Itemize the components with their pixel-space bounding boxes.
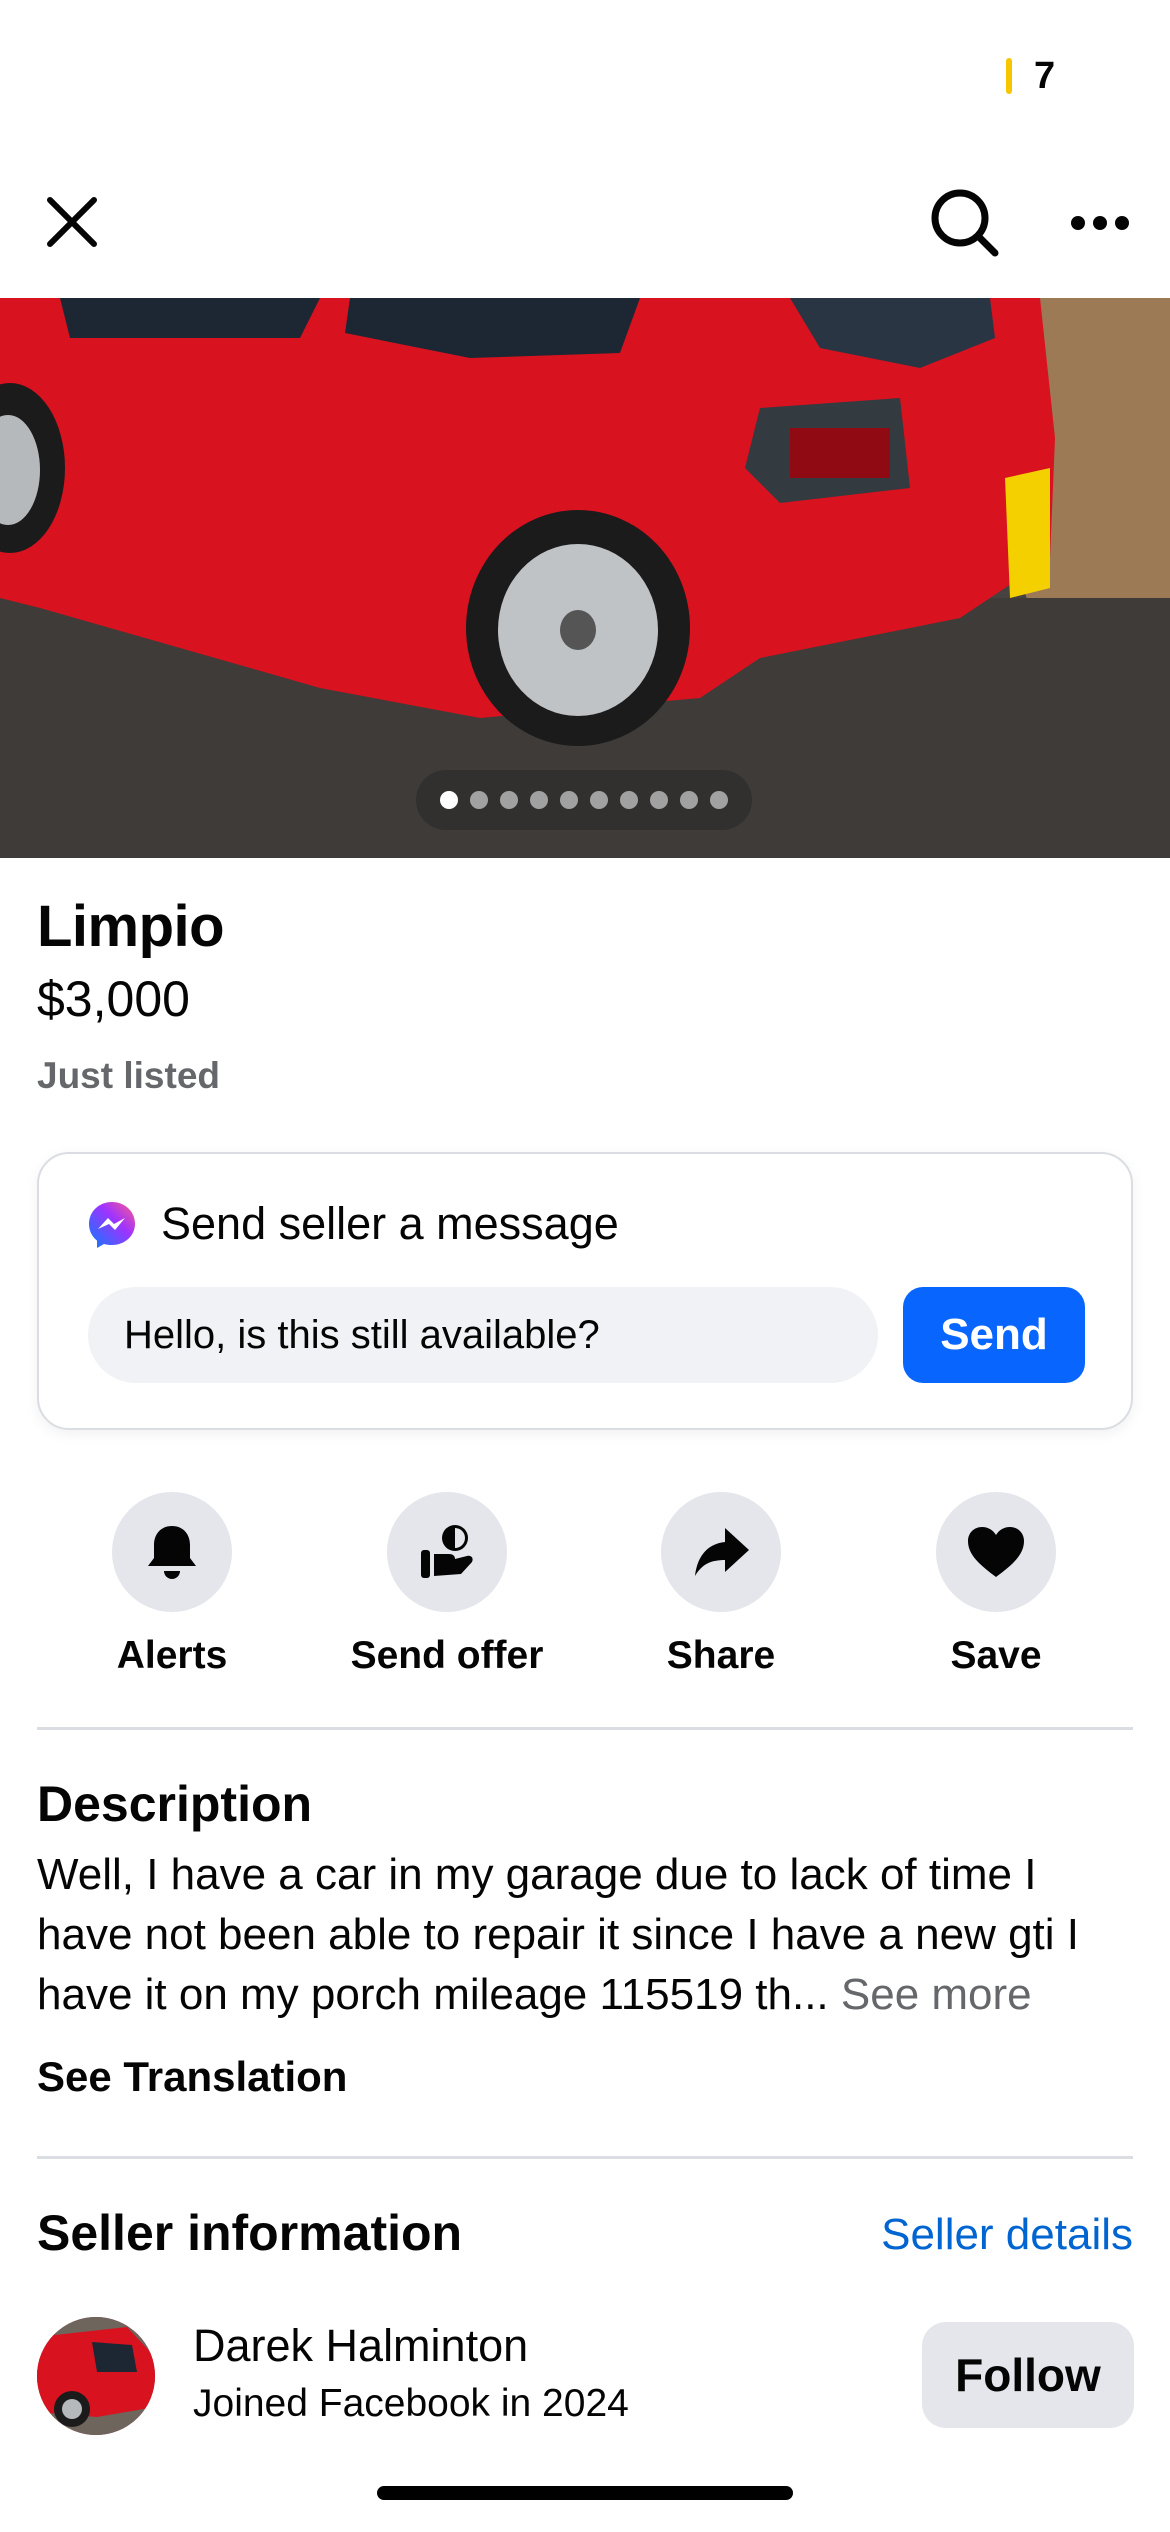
message-input[interactable] [88, 1287, 878, 1383]
status-indicator [1006, 58, 1012, 94]
status-count: 7 [1034, 55, 1056, 97]
send-offer-button[interactable]: Send offer [327, 1492, 567, 1682]
pager-dot [620, 791, 638, 809]
message-card: Send seller a message Send [37, 1152, 1133, 1430]
bell-icon [112, 1492, 232, 1612]
description-line: Well, I have a car in my garage due to l… [37, 1850, 1037, 1899]
save-label: Save [950, 1634, 1042, 1677]
share-button[interactable]: Share [601, 1492, 841, 1682]
description-line: have it on my porch mileage 115519 th... [37, 1970, 829, 2019]
pager-dot [560, 791, 578, 809]
see-translation-link[interactable]: See Translation [37, 2053, 347, 2101]
pager-dot [680, 791, 698, 809]
action-bar: Alerts Send offer Share Save [0, 1492, 1170, 1682]
divider [37, 2156, 1133, 2159]
seller-name[interactable]: Darek Halminton [193, 2320, 528, 2372]
nav-bar [0, 150, 1170, 298]
seller-joined: Joined Facebook in 2024 [193, 2382, 629, 2425]
message-heading: Send seller a message [161, 1198, 619, 1249]
listing-price: $3,000 [37, 971, 190, 1027]
follow-button[interactable]: Follow [922, 2322, 1134, 2428]
status-bar: 7 [0, 0, 1170, 150]
divider [37, 1727, 1133, 1730]
description-text: Well, I have a car in my garage due to l… [37, 1845, 1147, 2025]
listing-time: Just listed [37, 1055, 220, 1096]
more-icon[interactable] [1055, 178, 1145, 268]
listing-title: Limpio [37, 894, 225, 959]
send-button[interactable]: Send [903, 1287, 1085, 1383]
close-icon[interactable] [32, 182, 112, 262]
save-button[interactable]: Save [876, 1492, 1116, 1682]
pager-dot [530, 791, 548, 809]
pager-dot [440, 791, 458, 809]
alerts-label: Alerts [116, 1634, 228, 1677]
avatar[interactable] [37, 2317, 155, 2435]
seller-details-link[interactable]: Seller details [881, 2210, 1133, 2260]
alerts-button[interactable]: Alerts [52, 1492, 292, 1682]
listing-photo[interactable] [0, 298, 1170, 858]
search-icon[interactable] [920, 178, 1010, 268]
share-label: Share [666, 1634, 776, 1677]
pager-dot [500, 791, 518, 809]
see-more-link[interactable]: See more [841, 1970, 1032, 2019]
pager-dot [590, 791, 608, 809]
send-offer-label: Send offer [350, 1634, 544, 1677]
offer-icon [387, 1492, 507, 1612]
share-icon [661, 1492, 781, 1612]
pager-dot [650, 791, 668, 809]
description-line-last: have it on my porch mileage 115519 th...… [37, 1965, 1147, 2025]
description-line: have not been able to repair it since I … [37, 1910, 1079, 1959]
messenger-icon [86, 1199, 138, 1251]
pager-dot [710, 791, 728, 809]
description-heading: Description [37, 1776, 313, 1832]
home-indicator [377, 2486, 793, 2500]
heart-icon [936, 1492, 1056, 1612]
pager-dot [470, 791, 488, 809]
seller-heading: Seller information [37, 2205, 463, 2261]
image-pager[interactable] [416, 770, 752, 830]
